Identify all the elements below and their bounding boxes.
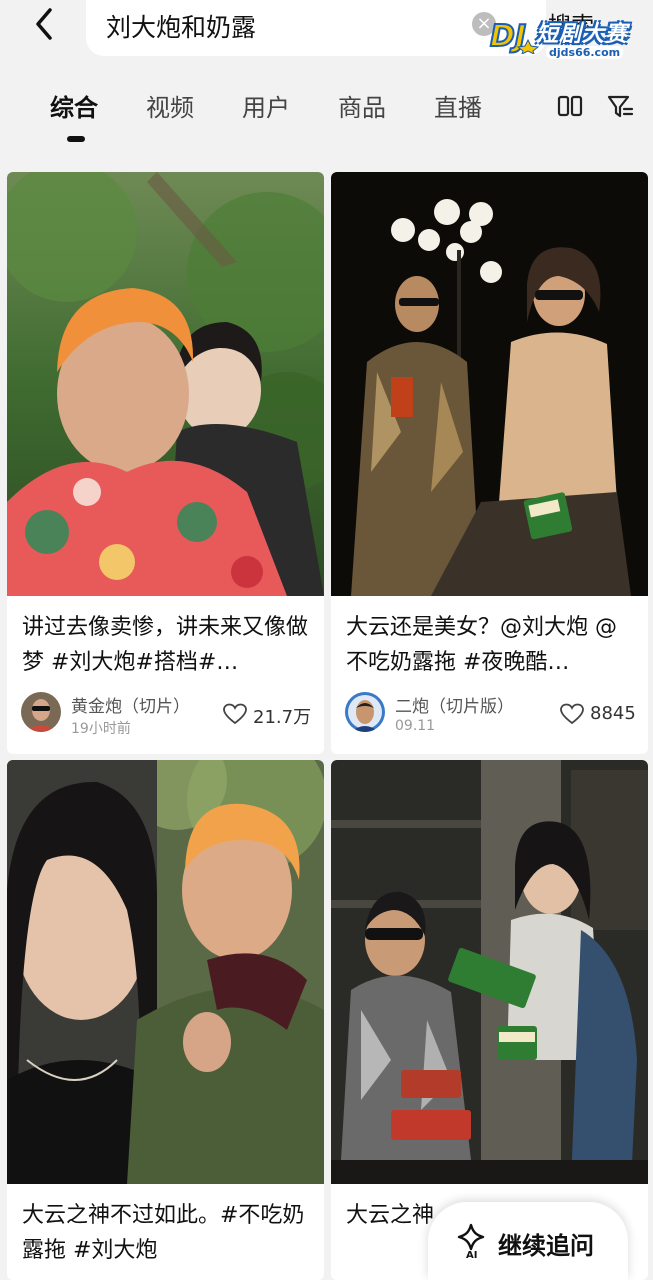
thumbnail-image xyxy=(331,172,648,596)
continue-asking-button[interactable]: AI 继续追问 xyxy=(428,1202,628,1280)
active-tab-indicator xyxy=(67,136,85,142)
watermark-logo: DJ 短剧大赛 djds66.com xyxy=(488,10,638,62)
video-thumbnail[interactable] xyxy=(7,760,324,1184)
result-card[interactable]: 大云还是美女？@刘大炮 @不吃奶露拖 #夜晚酷… 二炮（切片版） 09.11 8… xyxy=(331,172,648,754)
tab-users[interactable]: 用户 xyxy=(242,88,290,123)
video-thumbnail[interactable] xyxy=(331,172,648,596)
like-count: 21.7万 xyxy=(253,707,312,728)
avatar[interactable] xyxy=(21,692,61,732)
post-time: 19小时前 xyxy=(71,721,131,737)
avatar[interactable] xyxy=(345,692,385,732)
video-thumbnail[interactable] xyxy=(331,760,648,1184)
thumbnail-image xyxy=(7,172,324,596)
search-input[interactable]: 刘大炮和奶露 × xyxy=(86,0,546,56)
avatar-image xyxy=(345,692,385,732)
category-tabs: 综合 视频 用户 商品 直播 xyxy=(0,78,653,148)
filter-icon[interactable] xyxy=(606,92,634,120)
watermark-url: djds66.com xyxy=(546,46,624,59)
tab-all[interactable]: 综合 xyxy=(50,88,98,123)
thumbnail-image xyxy=(331,760,648,1184)
heart-icon[interactable] xyxy=(560,703,584,725)
back-arrow-icon xyxy=(36,8,52,40)
tab-live[interactable]: 直播 xyxy=(434,88,482,123)
card-title[interactable]: 大云之神不过如此。#不吃奶露拖 #刘大炮 xyxy=(22,1198,314,1268)
search-query: 刘大炮和奶露 xyxy=(106,13,257,42)
grid-layout-icon[interactable] xyxy=(556,92,584,120)
card-title[interactable]: 讲过去像卖惨，讲未来又像做梦 #刘大炮#搭档#… xyxy=(22,610,314,680)
like-count: 8845 xyxy=(590,703,636,724)
avatar-image xyxy=(21,692,61,732)
watermark-dj-icon: DJ xyxy=(489,18,540,54)
author-name[interactable]: 二炮（切片版） xyxy=(395,692,514,717)
heart-icon[interactable] xyxy=(223,703,247,725)
post-time: 09.11 xyxy=(395,718,436,734)
tab-video[interactable]: 视频 xyxy=(146,88,194,123)
watermark-title: 短剧大赛 xyxy=(536,22,629,47)
back-button[interactable] xyxy=(22,4,68,44)
result-card[interactable]: 大云之神不过如此。#不吃奶露拖 #刘大炮 xyxy=(7,760,324,1280)
continue-asking-label: 继续追问 xyxy=(498,1232,594,1260)
video-thumbnail[interactable] xyxy=(7,172,324,596)
result-card[interactable]: 讲过去像卖惨，讲未来又像做梦 #刘大炮#搭档#… 黄金炮（切片） 19小时前 2… xyxy=(7,172,324,754)
author-name[interactable]: 黄金炮（切片） xyxy=(71,692,190,717)
ai-sparkle-icon: AI xyxy=(457,1223,485,1260)
top-bar: 刘大炮和奶露 × 搜索 DJ 短剧大赛 djds66.com xyxy=(0,0,653,62)
thumbnail-image xyxy=(7,760,324,1184)
card-title[interactable]: 大云还是美女？@刘大炮 @不吃奶露拖 #夜晚酷… xyxy=(346,610,638,680)
tab-scroll-fade xyxy=(520,78,560,138)
ai-icon-text: AI xyxy=(466,1250,477,1260)
tab-products[interactable]: 商品 xyxy=(338,88,386,123)
